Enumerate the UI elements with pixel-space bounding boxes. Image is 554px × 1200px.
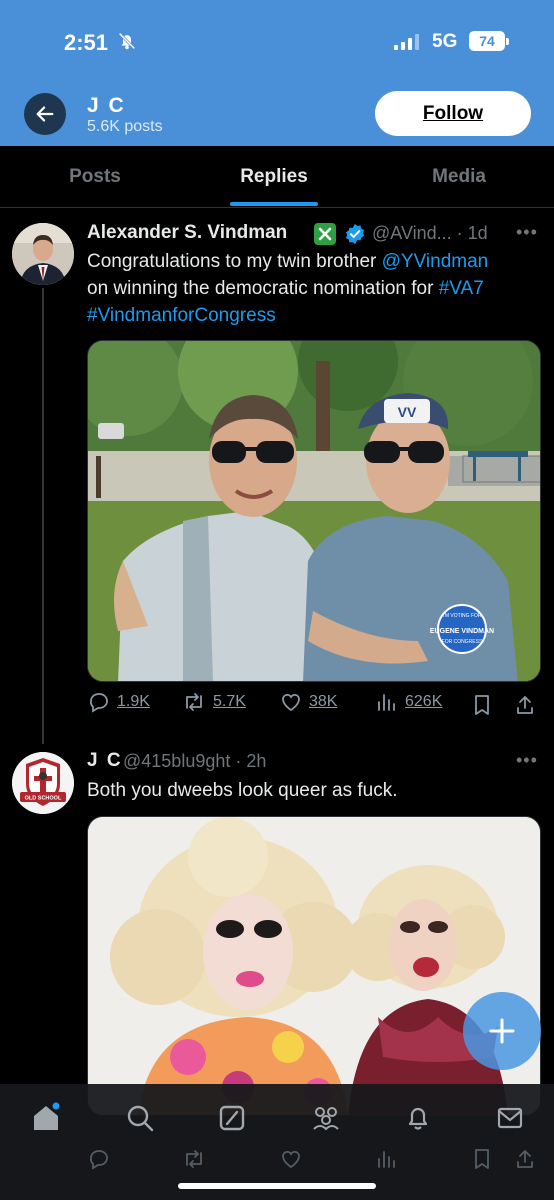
avatar[interactable] bbox=[12, 223, 74, 285]
communities-icon bbox=[313, 1107, 339, 1131]
status-bar: 2:51 5G 74 bbox=[0, 0, 554, 80]
avatar[interactable]: OLD SCHOOL bbox=[12, 752, 74, 814]
tweet-text: Congratulations to my twin brother @YVin… bbox=[87, 248, 547, 329]
follow-button[interactable]: Follow bbox=[375, 91, 531, 136]
share-icon[interactable] bbox=[513, 693, 537, 717]
repost-count: 5.7K bbox=[213, 693, 246, 710]
bookmark-icon bbox=[475, 1149, 489, 1169]
like-count: 38K bbox=[309, 693, 338, 710]
button-top-text: I'M VOTING FOR bbox=[442, 613, 481, 619]
thread-connector bbox=[42, 288, 44, 744]
button-bottom-text: FOR CONGRESS bbox=[442, 639, 483, 645]
notifications-icon bbox=[408, 1107, 428, 1130]
mention-link[interactable]: @YVindman bbox=[382, 251, 489, 272]
repost-icon bbox=[186, 693, 202, 711]
battery-indicator: 74 bbox=[469, 31, 509, 51]
messages-icon bbox=[497, 1107, 523, 1129]
like-button[interactable]: 38K bbox=[279, 690, 337, 714]
views-icon bbox=[378, 1151, 395, 1168]
tweet-photo[interactable]: VV I'M VOTING FOR EUGENE VINDMAN FOR CON… bbox=[87, 340, 541, 682]
home-icon bbox=[34, 1102, 60, 1130]
views-button[interactable]: 626K bbox=[375, 690, 442, 714]
home-indicator[interactable] bbox=[178, 1183, 376, 1189]
nav-messages[interactable] bbox=[492, 1100, 528, 1136]
tweet-text: Both you dweebs look queer as fuck. bbox=[87, 780, 398, 801]
hashtag-link[interactable]: #VA7 bbox=[439, 278, 484, 299]
reply-button[interactable]: 1.9K bbox=[87, 690, 150, 714]
tweet-actions: 1.9K 5.7K 38K 626K bbox=[87, 690, 541, 720]
hashtag-link[interactable]: #VindmanforCongress bbox=[87, 305, 276, 326]
active-tab-indicator bbox=[230, 202, 318, 206]
tweet-text-part: Congratulations to my twin brother bbox=[87, 251, 382, 272]
tweet-handle-time: @AVind... · 1d bbox=[372, 223, 488, 243]
tweet-photo[interactable] bbox=[87, 816, 541, 1116]
tab-replies[interactable]: Replies bbox=[184, 146, 364, 208]
tweet-actions-under-nav bbox=[0, 1144, 554, 1174]
repost-button[interactable]: 5.7K bbox=[181, 690, 246, 714]
grok-icon bbox=[219, 1105, 245, 1131]
tweet-handle-time: @415blu9ght · 2h bbox=[123, 751, 267, 771]
more-icon[interactable]: ••• bbox=[516, 222, 538, 243]
tweet-text-part: on winning the democratic nomination for bbox=[87, 278, 439, 299]
reply-count: 1.9K bbox=[117, 693, 150, 710]
green-check-badge-icon bbox=[314, 223, 336, 245]
reply-icon bbox=[90, 693, 108, 713]
avatar-badge-text: OLD SCHOOL bbox=[25, 796, 62, 802]
profile-name: J C bbox=[87, 94, 126, 117]
back-button[interactable] bbox=[24, 93, 66, 135]
tab-posts[interactable]: Posts bbox=[0, 146, 190, 208]
more-icon[interactable]: ••• bbox=[516, 750, 538, 771]
status-time: 2:51 bbox=[64, 30, 109, 55]
back-arrow-icon bbox=[36, 106, 54, 122]
compose-button[interactable] bbox=[463, 992, 541, 1070]
nav-notifications[interactable] bbox=[400, 1100, 436, 1136]
like-icon bbox=[282, 1150, 300, 1169]
signal-icon bbox=[394, 34, 419, 50]
reply-icon bbox=[90, 1150, 108, 1170]
post-count: 5.6K posts bbox=[87, 118, 163, 135]
nav-grok[interactable] bbox=[214, 1100, 250, 1136]
nav-search[interactable] bbox=[122, 1100, 158, 1136]
bell-slash-icon bbox=[118, 32, 136, 50]
like-icon bbox=[282, 693, 300, 712]
profile-header: 2:51 5G 74 J C 5.6K posts Follow bbox=[0, 0, 554, 146]
tab-media[interactable]: Media bbox=[364, 146, 554, 208]
compose-plus-icon bbox=[489, 1018, 515, 1044]
views-icon bbox=[378, 694, 395, 711]
profile-tabs: Posts Replies Media bbox=[0, 146, 554, 208]
search-icon bbox=[127, 1105, 154, 1132]
photo-drag-queens bbox=[88, 817, 540, 1115]
repost-icon bbox=[186, 1150, 202, 1168]
views-count: 626K bbox=[405, 693, 443, 710]
network-label: 5G bbox=[432, 31, 458, 52]
bookmark-icon[interactable] bbox=[471, 693, 493, 717]
tweet-author-name[interactable]: Alexander S. Vindman bbox=[87, 222, 287, 244]
nav-communities[interactable] bbox=[308, 1100, 344, 1136]
photo-selfie: VV I'M VOTING FOR EUGENE VINDMAN FOR CON… bbox=[88, 341, 540, 681]
tweet-author-name[interactable]: J C bbox=[87, 750, 123, 772]
verified-badge-icon bbox=[345, 223, 365, 245]
nav-home[interactable] bbox=[28, 1100, 64, 1136]
cap-logo: VV bbox=[398, 404, 417, 420]
share-icon bbox=[517, 1150, 533, 1168]
button-main-text: EUGENE VINDMAN bbox=[430, 628, 494, 635]
